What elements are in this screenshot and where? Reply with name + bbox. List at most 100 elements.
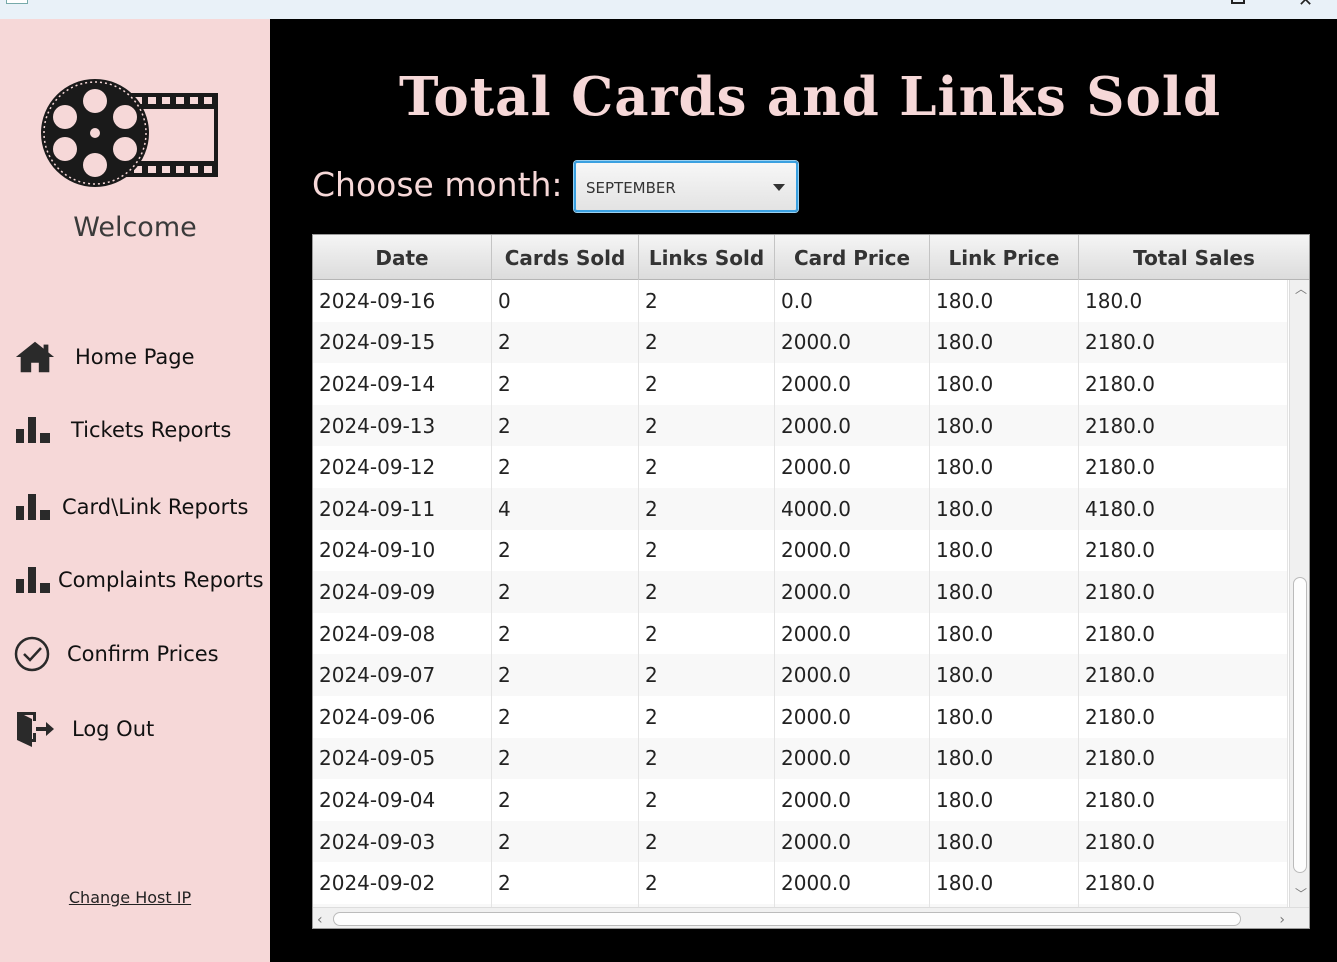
cell-link-price: 180.0: [930, 737, 1079, 780]
cell-links-sold: 2: [639, 654, 775, 696]
cell-link-price: 180.0: [930, 696, 1079, 738]
welcome-label: Welcome: [73, 212, 197, 243]
scroll-down-icon[interactable]: ﹀: [1295, 888, 1307, 900]
cell-total-sales: 2180.0: [1079, 321, 1288, 364]
table-row[interactable]: 2024-09-07 2 2 2000.0 180.0 2180.0: [313, 654, 1288, 696]
cell-cards-sold: 2: [492, 321, 639, 364]
table-row[interactable]: 2024-09-03 2 2 2000.0 180.0 2180.0: [313, 820, 1288, 863]
cell-link-price: 180.0: [930, 363, 1079, 405]
cell-card-price: 2000.0: [775, 446, 930, 488]
table-row[interactable]: 2024-09-05 2 2 2000.0 180.0 2180.0: [313, 737, 1288, 780]
cell-cards-sold: 2: [492, 737, 639, 780]
cell-link-price: 180.0: [930, 779, 1079, 821]
cell-card-price: 2000.0: [775, 779, 930, 821]
column-header-cards-sold[interactable]: Cards Sold: [492, 235, 639, 280]
nav-tickets-reports-label: Tickets Reports: [71, 418, 232, 442]
nav-home-page[interactable]: Home Page: [14, 337, 195, 377]
column-header-links-sold[interactable]: Links Sold: [639, 235, 775, 280]
cell-card-price: 2000.0: [775, 571, 930, 613]
cell-link-price: 180.0: [930, 321, 1079, 364]
nav-complaints-reports[interactable]: Complaints Reports: [14, 560, 264, 600]
cell-date: 2024-09-13: [313, 404, 492, 447]
cell-total-sales: 2180.0: [1079, 820, 1288, 863]
horizontal-scroll-thumb[interactable]: [333, 912, 1241, 926]
cell-cards-sold: 2: [492, 779, 639, 821]
cell-date: 2024-09-02: [313, 862, 492, 904]
table-row[interactable]: 2024-09-11 4 2 4000.0 180.0 4180.0: [313, 488, 1288, 530]
cell-card-price: 2000.0: [775, 820, 930, 863]
scroll-left-icon[interactable]: ‹: [317, 912, 323, 928]
cell-total-sales: 2180.0: [1079, 529, 1288, 572]
cell-date: 2024-09-12: [313, 446, 492, 488]
film-reel-logo: [41, 79, 218, 187]
table-row[interactable]: 2024-09-12 2 2 2000.0 180.0 2180.0: [313, 446, 1288, 488]
change-host-ip-link[interactable]: Change Host IP: [0, 888, 260, 907]
vertical-scroll-thumb[interactable]: [1293, 577, 1307, 873]
cell-total-sales: 2180.0: [1079, 779, 1288, 821]
cell-link-price: 180.0: [930, 446, 1079, 488]
column-header-date[interactable]: Date: [313, 235, 492, 280]
cell-date: 2024-09-03: [313, 820, 492, 863]
table-row[interactable]: 2024-09-14 2 2 2000.0 180.0 2180.0: [313, 363, 1288, 405]
cell-cards-sold: 2: [492, 820, 639, 863]
nav-card-link-reports-label: Card\Link Reports: [62, 495, 249, 519]
table-row[interactable]: 2024-09-02 2 2 2000.0 180.0 2180.0: [313, 862, 1288, 904]
cell-cards-sold: 2: [492, 696, 639, 738]
cell-links-sold: 2: [639, 321, 775, 364]
month-select[interactable]: SEPTEMBER: [574, 161, 798, 212]
cell-links-sold: 2: [639, 363, 775, 405]
chevron-down-icon[interactable]: [773, 184, 785, 191]
column-header-total-sales[interactable]: Total Sales: [1079, 235, 1309, 280]
table-row[interactable]: 2024-09-08 2 2 2000.0 180.0 2180.0: [313, 612, 1288, 655]
nav-log-out-label: Log Out: [72, 717, 155, 741]
sidebar: Welcome Home Page Tickets Reports Card\L…: [0, 19, 270, 962]
cell-card-price: 2000.0: [775, 654, 930, 696]
cell-link-price: 180.0: [930, 571, 1079, 613]
close-icon[interactable]: ✕: [1298, 0, 1313, 10]
cell-cards-sold: 2: [492, 654, 639, 696]
nav-confirm-prices[interactable]: Confirm Prices: [14, 634, 219, 674]
cell-date: 2024-09-06: [313, 696, 492, 738]
cell-card-price: 0.0: [775, 280, 930, 322]
table-row[interactable]: 2024-09-10 2 2 2000.0 180.0 2180.0: [313, 529, 1288, 572]
cell-date: 2024-09-14: [313, 363, 492, 405]
column-header-link-price[interactable]: Link Price: [930, 235, 1079, 280]
nav-confirm-prices-label: Confirm Prices: [67, 642, 219, 666]
horizontal-scrollbar[interactable]: ‹ ›: [313, 907, 1309, 928]
bar-chart-icon: [14, 410, 56, 450]
cell-links-sold: 2: [639, 529, 775, 572]
choose-month-label: Choose month:: [312, 165, 563, 204]
nav-complaints-reports-label: Complaints Reports: [58, 568, 264, 592]
scroll-up-icon[interactable]: ︿: [1295, 283, 1307, 295]
cell-links-sold: 2: [639, 779, 775, 821]
cell-card-price: 2000.0: [775, 363, 930, 405]
cell-cards-sold: 2: [492, 363, 639, 405]
cell-card-price: 4000.0: [775, 488, 930, 530]
cell-links-sold: 2: [639, 612, 775, 655]
column-header-card-price[interactable]: Card Price: [775, 235, 930, 280]
table-row[interactable]: 2024-09-04 2 2 2000.0 180.0 2180.0: [313, 779, 1288, 821]
cell-cards-sold: 2: [492, 446, 639, 488]
nav-card-link-reports[interactable]: Card\Link Reports: [14, 487, 248, 527]
table-row[interactable]: 2024-09-06 2 2 2000.0 180.0 2180.0: [313, 696, 1288, 738]
table-body: 2024-09-16 0 2 0.0 180.0 180.0 2024-09-15 2 2 200…: [313, 280, 1288, 907]
maximize-icon[interactable]: [1231, 0, 1245, 4]
cell-total-sales: 2180.0: [1079, 612, 1288, 655]
table-row[interactable]: 2024-09-09 2 2 2000.0 180.0 2180.0: [313, 571, 1288, 613]
cell-links-sold: 2: [639, 737, 775, 780]
logout-icon: [14, 709, 56, 749]
cell-cards-sold: 2: [492, 529, 639, 572]
vertical-scrollbar[interactable]: ︿ ﹀: [1289, 280, 1309, 907]
cell-cards-sold: 2: [492, 571, 639, 613]
scroll-right-icon[interactable]: ›: [1279, 912, 1285, 928]
table-row[interactable]: 2024-09-16 0 2 0.0 180.0 180.0: [313, 280, 1288, 322]
nav-log-out[interactable]: Log Out: [14, 709, 154, 749]
cell-card-price: 2000.0: [775, 529, 930, 572]
cell-link-price: 180.0: [930, 404, 1079, 447]
table-row[interactable]: 2024-09-15 2 2 2000.0 180.0 2180.0: [313, 321, 1288, 364]
nav-tickets-reports[interactable]: Tickets Reports: [14, 410, 231, 450]
cell-date: 2024-09-10: [313, 529, 492, 572]
cell-link-price: 180.0: [930, 612, 1079, 655]
table-row[interactable]: 2024-09-13 2 2 2000.0 180.0 2180.0: [313, 404, 1288, 447]
cell-total-sales: 2180.0: [1079, 737, 1288, 780]
